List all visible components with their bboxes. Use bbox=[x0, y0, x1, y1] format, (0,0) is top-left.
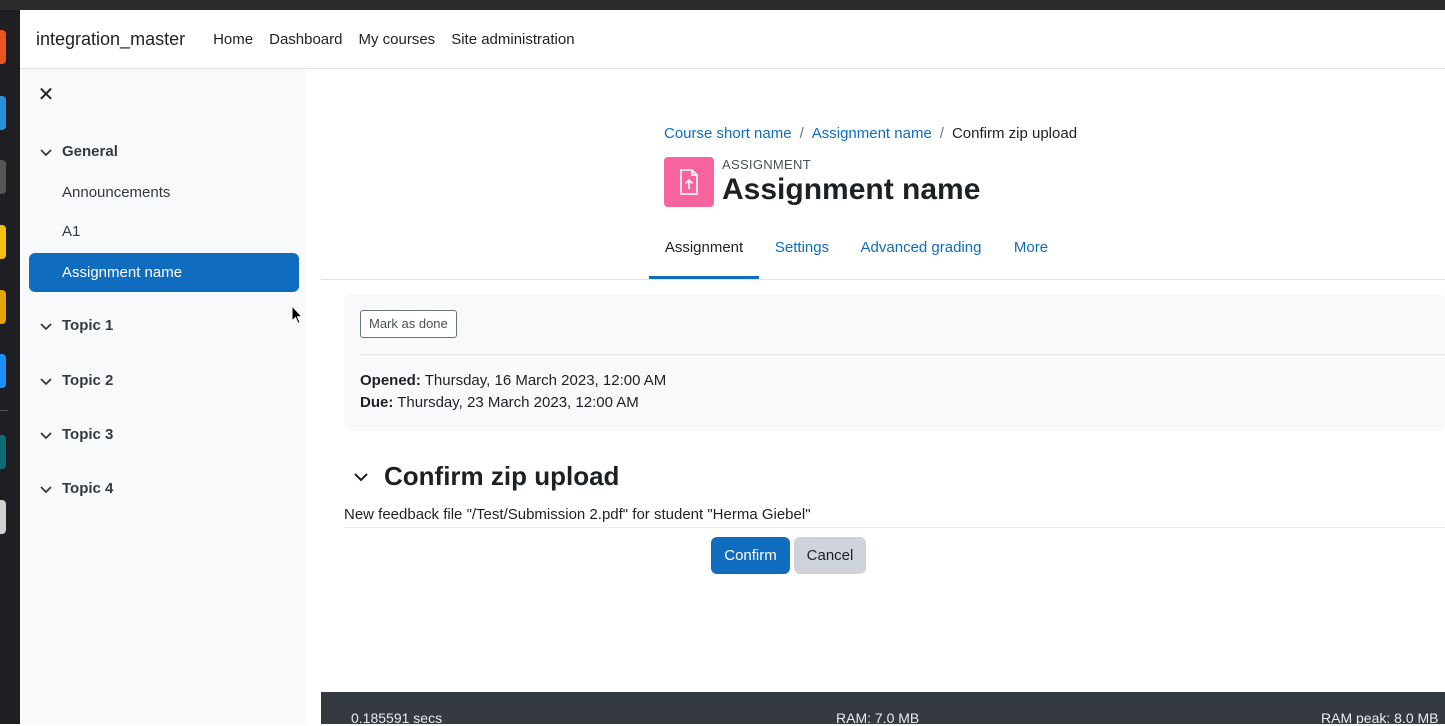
dock-app-icon[interactable] bbox=[0, 225, 6, 259]
main-content: Course short name / Assignment name / Co… bbox=[305, 69, 1445, 726]
dock-app-icon[interactable] bbox=[0, 500, 6, 534]
section-topic-4[interactable]: Topic 4 bbox=[38, 480, 113, 497]
tab-settings[interactable]: Settings bbox=[767, 227, 837, 279]
primary-navigation: Home Dashboard My courses Site administr… bbox=[213, 31, 591, 48]
breadcrumb-course[interactable]: Course short name bbox=[664, 125, 792, 142]
section-label: Topic 1 bbox=[62, 317, 114, 334]
section-label: Topic 3 bbox=[62, 426, 114, 443]
dock-app-icon[interactable] bbox=[0, 96, 6, 130]
assignment-upload-icon bbox=[664, 157, 714, 207]
chevron-down-icon[interactable] bbox=[38, 373, 54, 389]
drawer-item-assignment-name[interactable]: Assignment name bbox=[29, 253, 299, 292]
top-navbar: integration_master Home Dashboard My cou… bbox=[20, 10, 1445, 69]
chevron-down-icon[interactable] bbox=[38, 144, 54, 160]
opened-value: Thursday, 16 March 2023, 12:00 AM bbox=[420, 372, 667, 389]
dock-app-icon[interactable] bbox=[0, 435, 6, 469]
chevron-down-icon[interactable] bbox=[352, 468, 370, 486]
opened-label: Opened: bbox=[360, 372, 421, 389]
site-name[interactable]: integration_master bbox=[36, 29, 185, 50]
chevron-down-icon[interactable] bbox=[38, 318, 54, 334]
cancel-button[interactable]: Cancel bbox=[794, 537, 866, 574]
drawer-item-a1[interactable]: A1 bbox=[62, 223, 80, 240]
section-label: Topic 4 bbox=[62, 480, 114, 497]
divider bbox=[344, 527, 1445, 528]
section-topic-1[interactable]: Topic 1 bbox=[38, 317, 113, 334]
section-general[interactable]: General bbox=[38, 143, 118, 160]
secondary-navigation: Assignment Settings Advanced grading Mor… bbox=[321, 227, 1445, 280]
nav-link-site-administration[interactable]: Site administration bbox=[451, 31, 574, 48]
dock-app-icon[interactable] bbox=[0, 160, 6, 194]
tab-advanced-grading[interactable]: Advanced grading bbox=[851, 227, 991, 279]
chevron-down-icon[interactable] bbox=[38, 427, 54, 443]
breadcrumb-current: Confirm zip upload bbox=[951, 125, 1078, 142]
activity-information: Mark as done Opened: Thursday, 16 March … bbox=[344, 294, 1445, 431]
dock-app-icon[interactable] bbox=[0, 30, 6, 64]
breadcrumb-separator: / bbox=[939, 125, 944, 142]
section-topic-3[interactable]: Topic 3 bbox=[38, 426, 113, 443]
tab-more[interactable]: More bbox=[1005, 227, 1057, 279]
tab-assignment[interactable]: Assignment bbox=[649, 227, 759, 279]
divider bbox=[360, 354, 1445, 355]
due-label: Due: bbox=[360, 394, 394, 411]
section-topic-2[interactable]: Topic 2 bbox=[38, 372, 113, 389]
nav-link-home[interactable]: Home bbox=[213, 31, 253, 48]
dock-separator bbox=[0, 410, 8, 411]
breadcrumb: Course short name / Assignment name / Co… bbox=[664, 125, 1077, 142]
close-icon[interactable]: ✕ bbox=[36, 83, 56, 107]
course-index-drawer: ✕ General Announcements A1 Assignment na… bbox=[20, 69, 305, 724]
os-top-bar bbox=[0, 0, 1445, 10]
due-date: Due: Thursday, 23 March 2023, 12:00 AM bbox=[360, 394, 639, 411]
due-value: Thursday, 23 March 2023, 12:00 AM bbox=[393, 394, 639, 411]
breadcrumb-separator: / bbox=[799, 125, 804, 142]
confirm-button[interactable]: Confirm bbox=[711, 537, 790, 574]
page-title: Assignment name bbox=[722, 173, 981, 206]
nav-link-my-courses[interactable]: My courses bbox=[359, 31, 436, 48]
opened-date: Opened: Thursday, 16 March 2023, 12:00 A… bbox=[360, 372, 666, 389]
confirm-section-header[interactable]: Confirm zip upload bbox=[352, 461, 619, 492]
mouse-cursor-icon bbox=[291, 305, 303, 325]
nav-link-dashboard[interactable]: Dashboard bbox=[269, 31, 342, 48]
activity-type-label: ASSIGNMENT bbox=[722, 157, 811, 172]
drawer-item-announcements[interactable]: Announcements bbox=[62, 184, 170, 201]
page-footer: 0.185591 secs RAM: 7.0 MB RAM peak: 8.0 … bbox=[321, 692, 1445, 726]
dock-app-icon[interactable] bbox=[0, 290, 6, 324]
chevron-down-icon[interactable] bbox=[38, 481, 54, 497]
os-dock bbox=[0, 10, 20, 724]
section-label: Topic 2 bbox=[62, 372, 114, 389]
mark-as-done-button[interactable]: Mark as done bbox=[360, 310, 457, 338]
dock-app-icon[interactable] bbox=[0, 354, 6, 388]
confirmation-message: New feedback file "/Test/Submission 2.pd… bbox=[344, 506, 811, 523]
breadcrumb-assignment[interactable]: Assignment name bbox=[812, 125, 932, 142]
section-label: General bbox=[62, 143, 118, 160]
section-heading: Confirm zip upload bbox=[384, 461, 620, 491]
